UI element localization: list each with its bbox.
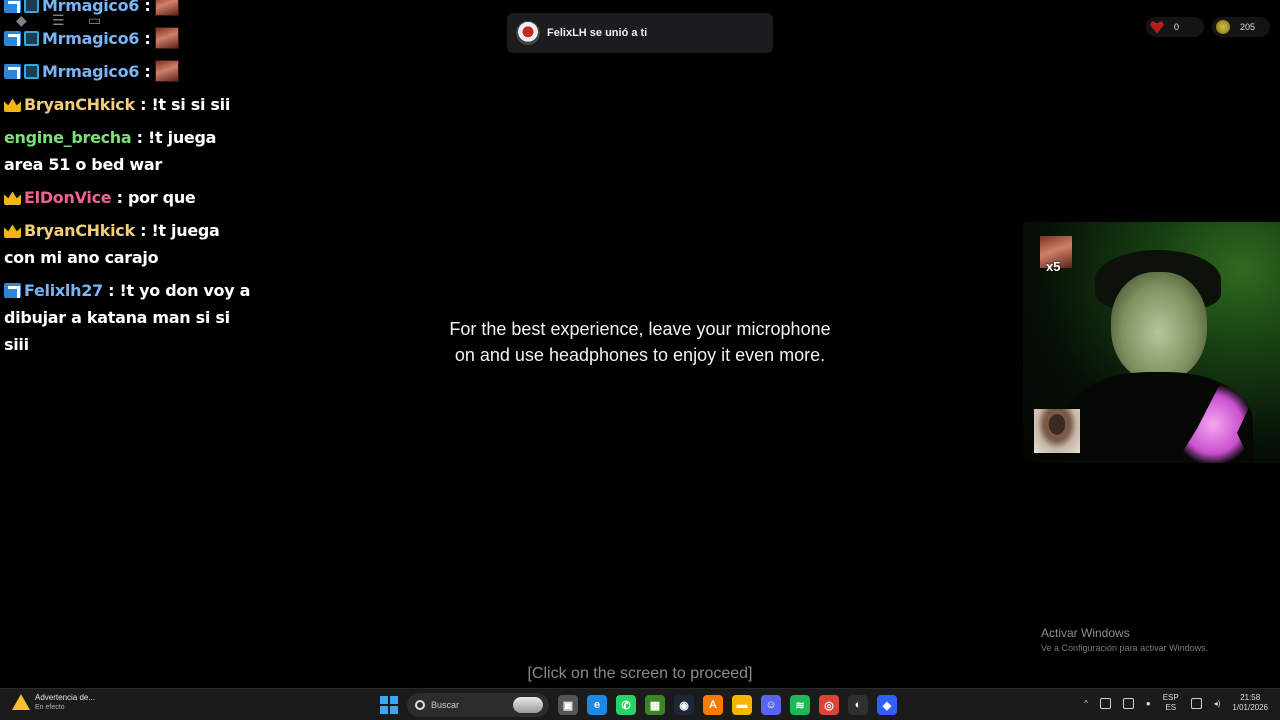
roblox-studio-icon[interactable]: ◆ xyxy=(877,695,897,715)
chat-separator: : xyxy=(111,188,128,207)
hearts-counter: 0 xyxy=(1146,17,1204,37)
language-bottom: ES xyxy=(1165,703,1177,712)
warning-icon xyxy=(12,694,30,710)
taskbar-search[interactable]: Buscar xyxy=(407,693,549,717)
webcam-face xyxy=(1111,272,1207,382)
system-tray: ^ ● ESP ES ◂) 21:58 1/01/2026 xyxy=(1084,693,1268,713)
watermark-title: Activar Windows xyxy=(1041,626,1130,640)
watermark-subtitle: Ve a Configuración para activar Windows. xyxy=(1041,643,1209,653)
chat-username[interactable]: Mrmagico6 xyxy=(42,29,139,48)
taskbar-center: Buscar ▣ e ✆ ▦ ◉ A ▬ ☺ ≋ ◎ ◐ ◆ xyxy=(380,693,897,717)
task-view-icon[interactable]: ▣ xyxy=(558,695,578,715)
app-orange-icon[interactable]: A xyxy=(703,695,723,715)
chat-separator: : xyxy=(139,0,151,15)
chat-separator: : xyxy=(102,281,120,300)
chat-message: Mrmagico6 : xyxy=(4,0,254,19)
windows-taskbar: Advertencia de... En efecto Buscar ▣ e ✆ ▦ ◉… xyxy=(0,688,1280,720)
language-top: ESP xyxy=(1162,693,1179,702)
chat-username[interactable]: engine_brecha xyxy=(4,128,132,147)
chat-separator: : xyxy=(131,128,149,147)
steam-icon[interactable]: ◉ xyxy=(674,695,694,715)
crown-badge-icon xyxy=(4,224,21,238)
chat-separator: : xyxy=(134,95,152,114)
prime-badge-icon xyxy=(4,64,21,79)
file-explorer-icon[interactable]: ▬ xyxy=(732,695,752,715)
coin-icon xyxy=(1216,20,1230,34)
chat-username[interactable]: ElDonVice xyxy=(24,188,112,207)
chat-username[interactable]: Felixlh27 xyxy=(24,281,103,300)
crown-badge-icon xyxy=(4,191,21,205)
chat-message: Mrmagico6 : xyxy=(4,58,254,85)
kick-badge-icon xyxy=(24,31,39,46)
prime-badge-icon xyxy=(4,31,21,46)
join-notification-toast: FelixLH se unió a ti xyxy=(507,13,773,53)
chat-message: BryanCHkick : !t si si sii xyxy=(4,91,254,118)
kick-badge-icon xyxy=(24,64,39,79)
spotify-icon[interactable]: ≋ xyxy=(790,695,810,715)
whatsapp-icon[interactable]: ✆ xyxy=(616,695,636,715)
clock-time: 21:58 xyxy=(1240,693,1261,702)
chat-username[interactable]: Mrmagico6 xyxy=(42,0,139,15)
hearts-value: 0 xyxy=(1174,22,1180,32)
tray-sync-icon[interactable] xyxy=(1122,697,1134,709)
search-placeholder: Buscar xyxy=(431,700,460,710)
chevron-up-icon[interactable]: ^ xyxy=(1084,699,1088,708)
start-button[interactable] xyxy=(380,696,398,714)
toast-text: FelixLH se unió a ti xyxy=(547,27,648,39)
emote-count: x5 xyxy=(1046,259,1061,274)
clock[interactable]: 21:58 1/01/2026 xyxy=(1232,693,1268,713)
chat-username[interactable]: BryanCHkick xyxy=(24,95,135,114)
kick-badge-icon xyxy=(24,0,39,13)
coins-counter: 205 xyxy=(1212,17,1270,37)
avatar-icon xyxy=(516,21,540,45)
emote-overlay: x5 xyxy=(1040,236,1072,274)
language-indicator[interactable]: ESP ES xyxy=(1163,693,1179,713)
emote-overlay-photo xyxy=(1034,409,1080,453)
proceed-prompt[interactable]: [Click on the screen to proceed] xyxy=(440,665,840,683)
weather-cloud-icon xyxy=(513,697,543,713)
chat-message: Mrmagico6 : xyxy=(4,25,254,52)
chat-text: por que xyxy=(127,188,196,207)
taskbar-notification[interactable]: Advertencia de... En efecto xyxy=(12,693,95,711)
volume-icon[interactable]: ◂) xyxy=(1214,699,1221,708)
chat-message: Felixlh27 : !t yo don voy a dibujar a ka… xyxy=(4,277,254,358)
chat-emote xyxy=(154,27,179,49)
discord-icon[interactable]: ☺ xyxy=(761,695,781,715)
chat-emote xyxy=(154,0,179,16)
chat-username[interactable]: BryanCHkick xyxy=(24,221,135,240)
chat-message: BryanCHkick : !t juega con mi ano carajo xyxy=(4,217,254,271)
prime-badge-icon xyxy=(4,283,21,298)
notification-subtitle: En efecto xyxy=(35,704,65,711)
coins-value: 205 xyxy=(1240,22,1256,32)
network-icon[interactable] xyxy=(1190,697,1202,709)
chat-message: ElDonVice : por que xyxy=(4,184,254,211)
clock-date: 1/01/2026 xyxy=(1232,703,1268,712)
search-icon xyxy=(415,700,425,710)
chat-message: engine_brecha : !t juega area 51 o bed w… xyxy=(4,124,254,178)
edge-icon[interactable]: e xyxy=(587,695,607,715)
prime-badge-icon xyxy=(4,0,21,13)
notification-title: Advertencia de... xyxy=(35,693,96,702)
chrome-icon[interactable]: ◎ xyxy=(819,695,839,715)
obs-icon[interactable]: ◐ xyxy=(848,695,868,715)
game-message: For the best experience, leave your micr… xyxy=(449,319,831,365)
activate-windows-watermark: Activar Windows Ve a Configuración para … xyxy=(1041,626,1208,653)
minecraft-icon[interactable]: ▦ xyxy=(645,695,665,715)
chat-username[interactable]: Mrmagico6 xyxy=(42,62,139,81)
stream-chat-overlay: Mrmagico6 : Mrmagico6 : Mrmagico6 : BryanCH… xyxy=(4,0,254,364)
chat-separator: : xyxy=(134,221,152,240)
chat-separator: : xyxy=(139,29,151,48)
tray-app-icon[interactable] xyxy=(1099,697,1111,709)
chat-separator: : xyxy=(139,62,151,81)
chat-emote xyxy=(154,60,179,82)
crown-badge-icon xyxy=(4,98,21,112)
microphone-icon[interactable]: ● xyxy=(1146,699,1151,708)
heart-icon xyxy=(1150,21,1164,34)
chat-text: !t si si sii xyxy=(151,95,231,114)
